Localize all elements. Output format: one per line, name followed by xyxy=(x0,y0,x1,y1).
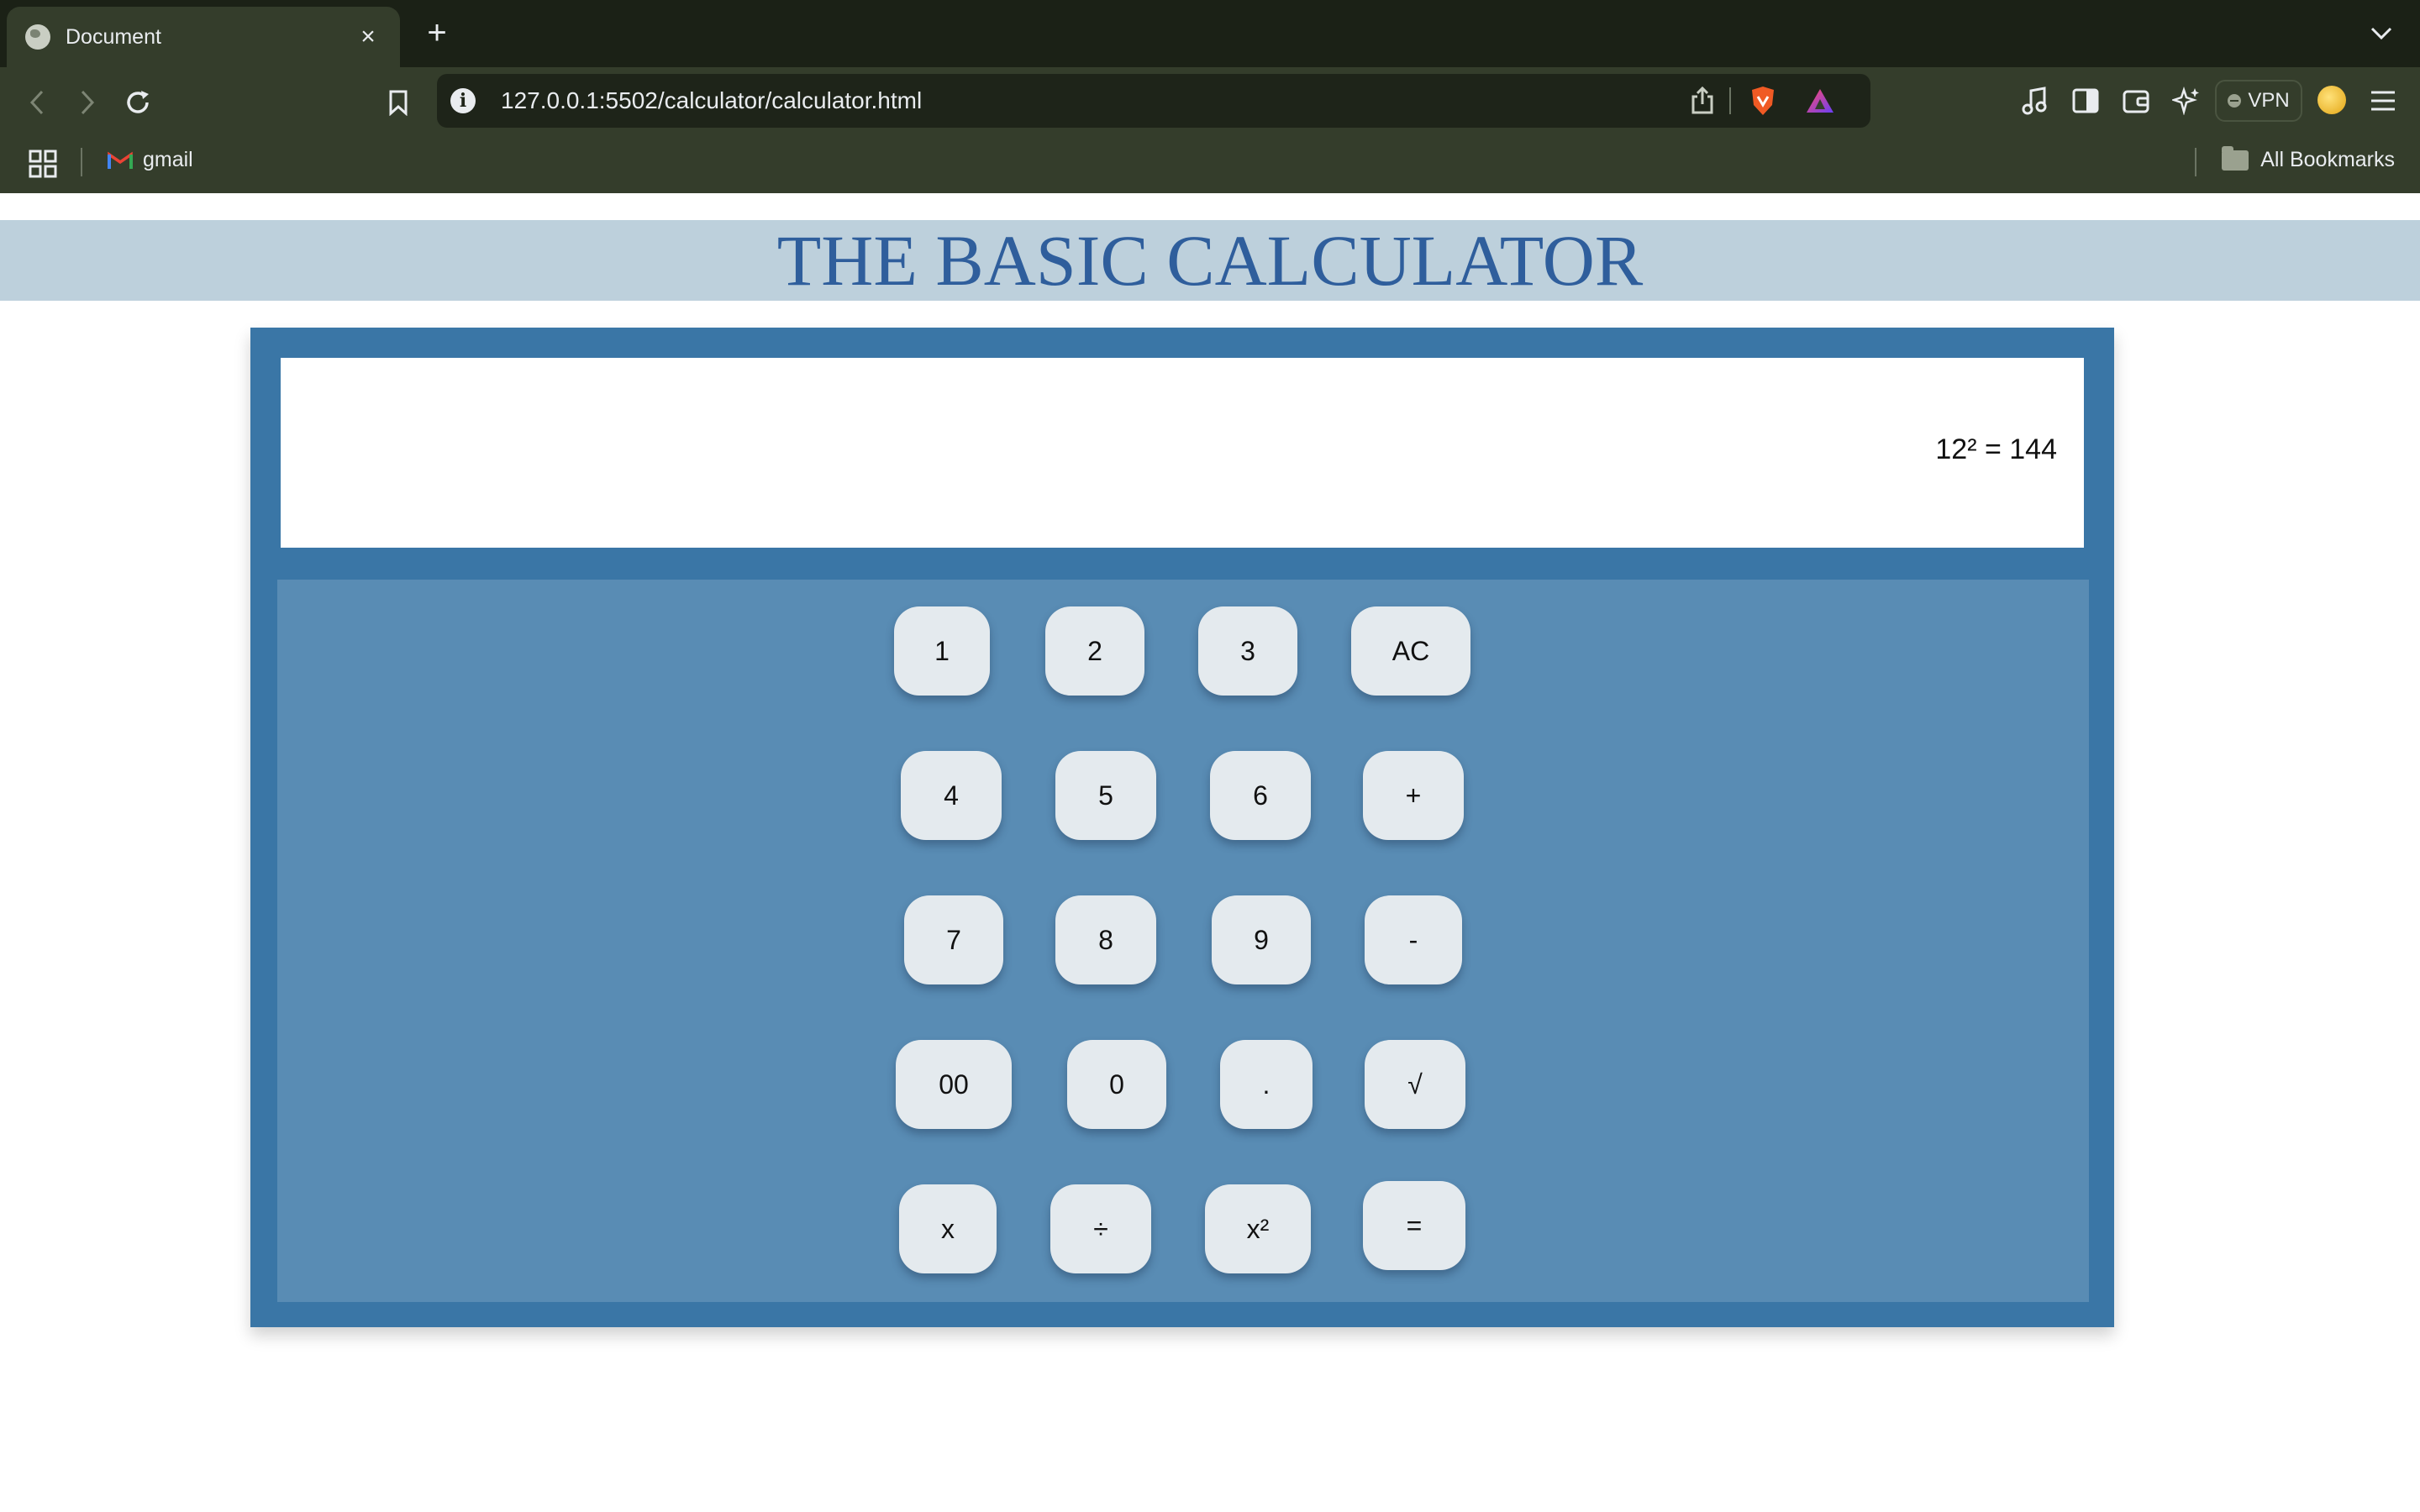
folder-icon xyxy=(2222,145,2249,171)
vpn-button[interactable]: VPN xyxy=(2215,80,2302,122)
key-decimal[interactable]: . xyxy=(1220,1040,1313,1129)
bookmarks-divider-right xyxy=(2195,148,2196,176)
key-ac[interactable]: AC xyxy=(1351,606,1470,696)
key-0[interactable]: 0 xyxy=(1067,1040,1166,1129)
apps-grid-icon[interactable] xyxy=(29,150,57,178)
urlbar-divider xyxy=(1729,87,1731,114)
key-6[interactable]: 6 xyxy=(1210,751,1311,840)
key-plus[interactable]: + xyxy=(1363,751,1464,840)
bookmark-gmail-label: gmail xyxy=(143,148,193,171)
page-title: THE BASIC CALCULATOR xyxy=(776,220,1644,301)
key-1[interactable]: 1 xyxy=(894,606,990,696)
page-content: THE BASIC CALCULATOR 12² = 144 1 2 3 AC … xyxy=(0,193,2420,1512)
key-3[interactable]: 3 xyxy=(1198,606,1297,696)
keypad: 1 2 3 AC 4 5 6 + 7 8 9 - 00 0 . √ x ÷ x²… xyxy=(277,580,2089,1302)
all-bookmarks-button[interactable]: All Bookmarks xyxy=(2222,145,2395,172)
key-2[interactable]: 2 xyxy=(1045,606,1144,696)
display-value: 12² = 144 xyxy=(1935,433,2057,465)
bookmark-gmail[interactable]: gmail xyxy=(108,148,193,172)
brave-rewards-icon[interactable] xyxy=(1802,82,1839,119)
url-text[interactable]: 127.0.0.1:5502/calculator/calculator.htm… xyxy=(501,86,922,116)
gmail-icon xyxy=(108,151,133,169)
key-square[interactable]: x² xyxy=(1205,1184,1311,1273)
vpn-status-icon xyxy=(2228,94,2242,108)
site-info-icon[interactable]: i xyxy=(450,88,476,113)
brave-shields-icon[interactable] xyxy=(1744,82,1781,119)
new-tab-button[interactable]: + xyxy=(420,12,454,54)
media-music-icon[interactable] xyxy=(2017,82,2054,119)
key-9[interactable]: 9 xyxy=(1212,895,1311,984)
key-5[interactable]: 5 xyxy=(1055,751,1156,840)
key-minus[interactable]: - xyxy=(1365,895,1462,984)
globe-icon xyxy=(25,24,50,50)
calculator: 12² = 144 1 2 3 AC 4 5 6 + 7 8 9 - 00 0 … xyxy=(250,328,2114,1327)
leo-ai-icon[interactable] xyxy=(2168,82,2205,119)
key-sqrt[interactable]: √ xyxy=(1365,1040,1465,1129)
tab-list-chevron-icon[interactable] xyxy=(2365,17,2398,50)
profile-coin-icon[interactable] xyxy=(2317,86,2346,114)
header-band: THE BASIC CALCULATOR xyxy=(0,220,2420,301)
key-divide[interactable]: ÷ xyxy=(1050,1184,1151,1273)
vpn-label: VPN xyxy=(2248,89,2290,112)
key-00[interactable]: 00 xyxy=(896,1040,1012,1129)
share-icon[interactable] xyxy=(1684,82,1721,119)
key-multiply[interactable]: x xyxy=(899,1184,997,1273)
key-7[interactable]: 7 xyxy=(904,895,1003,984)
forward-button[interactable] xyxy=(67,82,108,123)
back-button[interactable] xyxy=(17,82,57,123)
tab-document[interactable]: Document × xyxy=(7,7,400,67)
key-4[interactable]: 4 xyxy=(901,751,1002,840)
bookmark-page-icon[interactable] xyxy=(378,82,418,123)
calculator-display: 12² = 144 xyxy=(281,358,2084,548)
sidebar-toggle-icon[interactable] xyxy=(2067,82,2104,119)
close-tab-icon[interactable]: × xyxy=(355,24,381,50)
wallet-icon[interactable] xyxy=(2118,82,2154,119)
reload-button[interactable] xyxy=(118,82,158,123)
tab-title: Document xyxy=(66,24,161,49)
tab-strip: Document × + xyxy=(0,0,2420,67)
all-bookmarks-label: All Bookmarks xyxy=(2260,148,2395,171)
bookmarks-divider xyxy=(81,148,82,176)
menu-hamburger-icon[interactable] xyxy=(2365,82,2402,119)
key-equals[interactable]: = xyxy=(1363,1181,1465,1270)
key-8[interactable]: 8 xyxy=(1055,895,1156,984)
